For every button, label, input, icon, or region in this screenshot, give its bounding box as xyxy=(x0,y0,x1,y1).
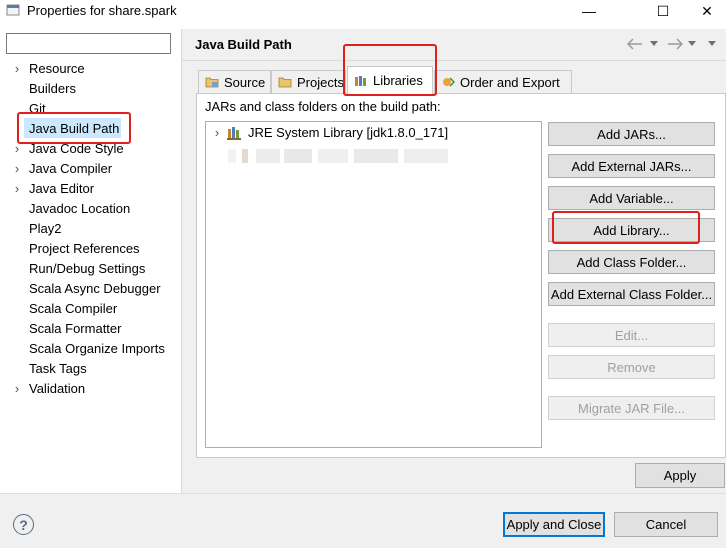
annotation-highlight-add-library xyxy=(552,211,700,244)
tree-item-builders[interactable]: Builders xyxy=(29,79,76,99)
expand-chevron-icon[interactable]: › xyxy=(12,179,22,199)
jre-library-label: JRE System Library [jdk1.8.0_171] xyxy=(248,125,449,140)
expand-chevron-icon[interactable]: › xyxy=(12,379,22,399)
source-folder-icon xyxy=(205,77,219,88)
chevron-down-icon[interactable] xyxy=(688,41,696,47)
tree-item-scala-compiler[interactable]: Scala Compiler xyxy=(29,299,117,319)
tree-item-scala-async-debugger[interactable]: Scala Async Debugger xyxy=(29,279,161,299)
redacted-list-item[interactable] xyxy=(228,149,448,163)
page-title: Java Build Path xyxy=(195,37,292,52)
apply-button[interactable]: Apply xyxy=(635,463,725,488)
tree-item-java-editor[interactable]: Java Editor xyxy=(29,179,94,199)
tree-item-task-tags[interactable]: Task Tags xyxy=(29,359,87,379)
remove-button[interactable]: Remove xyxy=(548,355,715,379)
tab-order-and-export[interactable]: Order and Export xyxy=(434,70,572,93)
tree-item-scala-organize-imports[interactable]: Scala Organize Imports xyxy=(29,339,165,359)
add-external-class-folder-button[interactable]: Add External Class Folder... xyxy=(548,282,715,306)
expand-chevron-icon[interactable]: › xyxy=(212,124,222,142)
minimize-button[interactable]: — xyxy=(566,0,612,22)
arrow-left-icon[interactable] xyxy=(627,38,643,50)
apply-and-close-button[interactable]: Apply and Close xyxy=(503,512,605,537)
tree-item-java-compiler[interactable]: Java Compiler xyxy=(29,159,112,179)
close-button[interactable]: ✕ xyxy=(684,0,726,22)
tree-item-javadoc-location[interactable]: Javadoc Location xyxy=(29,199,130,219)
cancel-button[interactable]: Cancel xyxy=(614,512,718,537)
tab-projects[interactable]: Projects xyxy=(271,70,346,93)
add-variable-button[interactable]: Add Variable... xyxy=(548,186,715,210)
expand-chevron-icon[interactable]: › xyxy=(12,59,22,79)
migrate-jar-button[interactable]: Migrate JAR File... xyxy=(548,396,715,420)
tab-label: Order and Export xyxy=(460,74,560,90)
maximize-button[interactable]: ☐ xyxy=(640,0,686,22)
tab-label: Source xyxy=(224,74,266,90)
tree-item-scala-formatter[interactable]: Scala Formatter xyxy=(29,319,121,339)
list-item[interactable]: › JRE System Library [jdk1.8.0_171] xyxy=(212,124,448,142)
annotation-highlight-java-build-path xyxy=(17,112,131,144)
view-menu-icon[interactable] xyxy=(708,41,716,47)
help-icon[interactable]: ? xyxy=(13,514,34,535)
tree-item-project-references[interactable]: Project References xyxy=(29,239,140,259)
annotation-highlight-libraries-tab xyxy=(343,44,437,96)
projects-folder-icon xyxy=(278,77,292,88)
filter-input[interactable] xyxy=(6,33,171,54)
eclipse-window-icon xyxy=(6,4,20,16)
build-path-caption: JARs and class folders on the build path… xyxy=(205,99,441,114)
add-class-folder-button[interactable]: Add Class Folder... xyxy=(548,250,715,274)
expand-chevron-icon[interactable]: › xyxy=(12,159,22,179)
chevron-down-icon[interactable] xyxy=(650,41,658,47)
tree-item-validation[interactable]: Validation xyxy=(29,379,85,399)
tree-item-play2[interactable]: Play2 xyxy=(29,219,62,239)
jre-library-icon xyxy=(227,127,241,140)
libraries-list[interactable] xyxy=(205,121,542,448)
order-export-icon xyxy=(443,77,455,87)
edit-button[interactable]: Edit... xyxy=(548,323,715,347)
tree-item-resource[interactable]: Resource xyxy=(29,59,85,79)
tree-item-run-debug-settings[interactable]: Run/Debug Settings xyxy=(29,259,145,279)
add-external-jars-button[interactable]: Add External JARs... xyxy=(548,154,715,178)
tab-source[interactable]: Source xyxy=(198,70,271,93)
window-title: Properties for share.spark xyxy=(27,3,177,18)
add-jars-button[interactable]: Add JARs... xyxy=(548,122,715,146)
arrow-right-icon[interactable] xyxy=(667,38,683,50)
tab-label: Projects xyxy=(297,74,344,90)
